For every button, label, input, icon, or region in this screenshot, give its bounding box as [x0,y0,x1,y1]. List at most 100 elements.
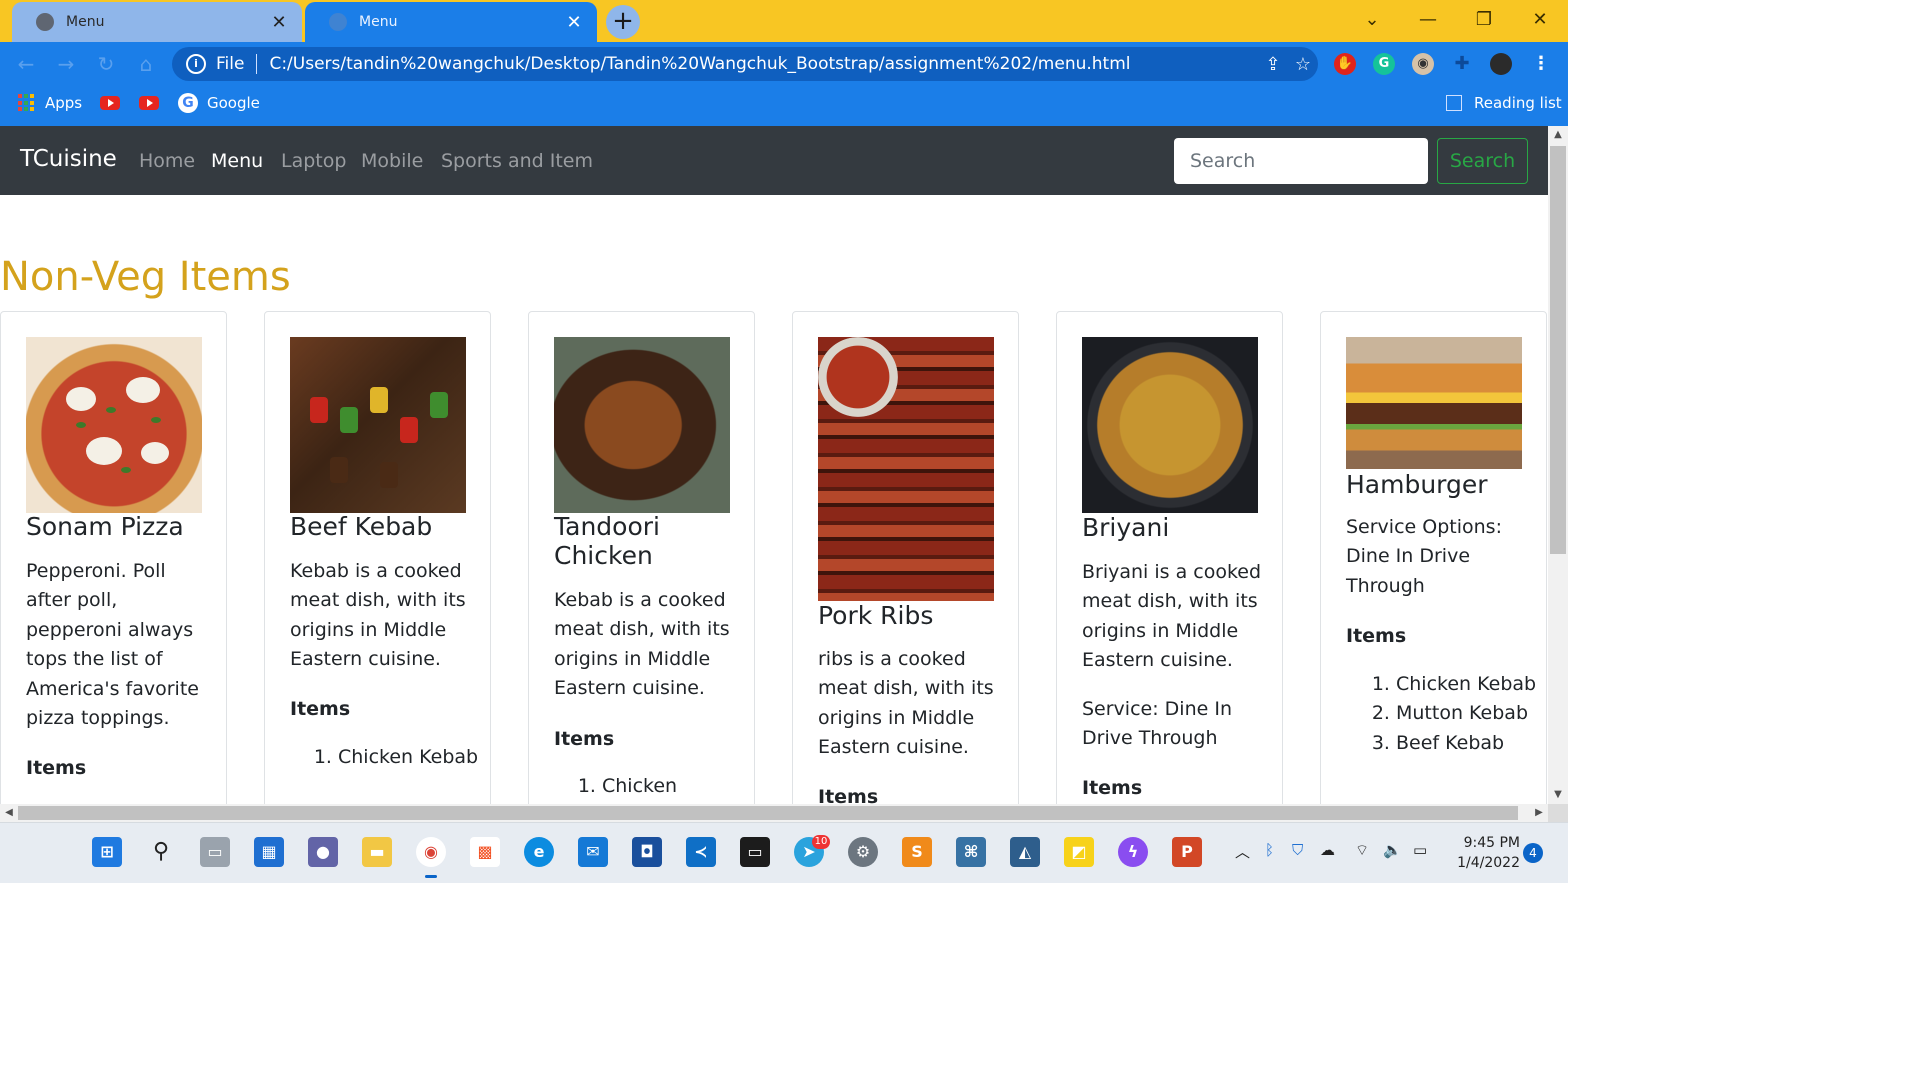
bluetooth-icon[interactable]: ᛒ [1265,841,1274,859]
file-explorer-icon[interactable]: ▬ [362,837,392,867]
nav-link-mobile[interactable]: Mobile [361,150,423,172]
terminal-icon[interactable]: ▭ [740,837,770,867]
bookmark-apps[interactable]: Apps [18,86,82,120]
close-tab-icon[interactable]: ✕ [563,12,585,33]
menu-card: Tandoori Chicken Kebab is a cooked meat … [528,311,755,804]
puzzle-extensions-icon[interactable]: ✚ [1451,53,1473,75]
scroll-down-arrow-icon[interactable]: ▼ [1548,786,1568,804]
browser-title-bar: Menu ✕ Menu ✕ + ⌄ — ❐ ✕ [0,0,1568,42]
card-title: Pork Ribs [818,601,934,630]
mail-icon[interactable]: ✉ [578,837,608,867]
tab-menu-2[interactable]: Menu ✕ [305,2,597,42]
card-title: Hamburger [1346,470,1488,499]
list-item: Mutton Kebab [1396,699,1544,728]
grammarly-extension-icon[interactable]: G [1373,53,1395,75]
scroll-right-arrow-icon[interactable]: ▶ [1530,804,1548,822]
info-icon[interactable]: i [186,54,206,74]
menu-kebab-icon[interactable]: ⋮ [1530,53,1552,75]
site-brand[interactable]: TCuisine [20,146,117,172]
search-button[interactable]: Search [1437,138,1528,184]
tab-search-chevron-icon[interactable]: ⌄ [1344,0,1400,42]
vscode-icon[interactable]: ≺ [686,837,716,867]
wifi-icon[interactable]: ⌔ [1355,841,1369,860]
search-input[interactable]: Search [1174,138,1428,184]
bookmark-star-icon[interactable]: ☆ [1288,54,1318,75]
pork-ribs-image [818,337,994,601]
horizontal-scrollbar[interactable]: ◀ ▶ [0,804,1548,822]
menu-card: Briyani Briyani is a cooked meat dish, w… [1056,311,1283,804]
microsoft-store-icon[interactable]: ▩ [470,837,500,867]
card-text: Briyani is a cooked meat dish, with its … [1082,561,1262,672]
chrome-icon[interactable]: ◉ [416,837,446,878]
horizontal-scroll-thumb[interactable] [18,806,1518,820]
security-shield-icon[interactable]: ⛉ [1292,841,1303,859]
messenger-icon[interactable]: ϟ [1118,837,1148,867]
bookmark-youtube-1[interactable] [100,86,120,120]
items-list: Chicken Kebab [290,743,486,772]
settings-gear-icon[interactable]: ⚙ [848,837,878,867]
minimize-button[interactable]: — [1400,0,1456,42]
edge-icon[interactable]: e [524,837,554,867]
scroll-up-arrow-icon[interactable]: ▲ [1548,126,1568,144]
bookmark-google[interactable]: G Google [178,86,260,120]
adblock-extension-icon[interactable]: ✋ [1334,53,1356,75]
app-icon[interactable]: ◘ [632,837,662,867]
nav-link-home[interactable]: Home [139,150,195,172]
bookmark-youtube-2[interactable] [139,86,159,120]
service-info: Service: Dine In Drive Through [1082,695,1267,754]
card-title: Sonam Pizza [26,512,184,541]
close-window-button[interactable]: ✕ [1512,0,1568,42]
reload-icon[interactable]: ↻ [94,52,118,76]
vertical-scrollbar[interactable]: ▲ ▼ [1548,126,1568,804]
home-icon[interactable]: ⌂ [134,52,158,76]
items-heading: Items [26,757,87,779]
task-view-icon[interactable]: ▭ [200,837,230,867]
back-icon[interactable]: ← [14,52,38,76]
battery-icon[interactable]: ▭ [1413,841,1427,859]
address-bar[interactable]: i File C:/Users/tandin%20wangchuk/Deskto… [172,47,1318,81]
new-tab-button[interactable]: + [606,5,640,39]
url-text[interactable]: C:/Users/tandin%20wangchuk/Desktop/Tandi… [269,54,1258,74]
sticky-notes-icon[interactable]: ◩ [1064,837,1094,867]
clock[interactable]: 9:45 PM 1/4/2022 [1440,833,1520,873]
clock-date: 1/4/2022 [1457,855,1520,871]
items-heading: Items [1346,625,1407,647]
notification-badge[interactable]: 4 [1523,843,1543,863]
volume-icon[interactable]: 🔈 [1383,841,1402,859]
browser-toolbar: ← → ↻ ⌂ i File C:/Users/tandin%20wangchu… [0,42,1568,86]
service-options: Dine In Drive Through [1346,545,1471,597]
teams-chat-icon[interactable]: ● [308,837,338,867]
restore-button[interactable]: ❐ [1456,0,1512,42]
sublime-text-icon[interactable]: S [902,837,932,867]
close-tab-icon[interactable]: ✕ [268,12,290,33]
scroll-left-arrow-icon[interactable]: ◀ [0,804,18,822]
menu-card: Beef Kebab Kebab is a cooked meat dish, … [264,311,491,804]
google-icon: G [178,93,198,113]
extension-icon[interactable]: ◉ [1412,53,1434,75]
chevron-up-icon[interactable]: ︿ [1235,841,1250,862]
share-icon[interactable]: ⇪ [1258,54,1288,75]
menu-card: Hamburger Service Options: Dine In Drive… [1320,311,1547,804]
card-text: Kebab is a cooked meat dish, with its or… [290,560,466,671]
start-windows-icon[interactable]: ⊞ [92,837,122,867]
bookmarks-bar: Apps G Google Reading list [0,86,1568,126]
nav-link-menu[interactable]: Menu [211,150,263,172]
tab-menu-1[interactable]: Menu ✕ [12,2,302,42]
forward-icon[interactable]: → [54,52,78,76]
card-text: Pepperoni. Poll after poll, pepperoni al… [26,560,199,730]
python-icon[interactable]: ⌘ [956,837,986,867]
page-viewport: TCuisine Home Menu Laptop Mobile Sports … [0,126,1548,804]
reading-list[interactable]: Reading list [1446,86,1562,120]
vertical-scroll-thumb[interactable] [1550,146,1566,554]
widgets-icon[interactable]: ▦ [254,837,284,867]
search-icon[interactable]: ⚲ [146,837,176,867]
profile-avatar[interactable] [1490,53,1512,75]
powerpoint-icon[interactable]: P [1172,837,1202,867]
pizza-image [26,337,202,513]
nav-link-laptop[interactable]: Laptop [281,150,346,172]
nav-link-sports-and-item[interactable]: Sports and Item [441,150,593,172]
divider [256,54,258,74]
mysql-icon[interactable]: ◭ [1010,837,1040,867]
site-navbar: TCuisine Home Menu Laptop Mobile Sports … [0,126,1548,195]
cloud-icon[interactable]: ☁ [1320,841,1335,859]
